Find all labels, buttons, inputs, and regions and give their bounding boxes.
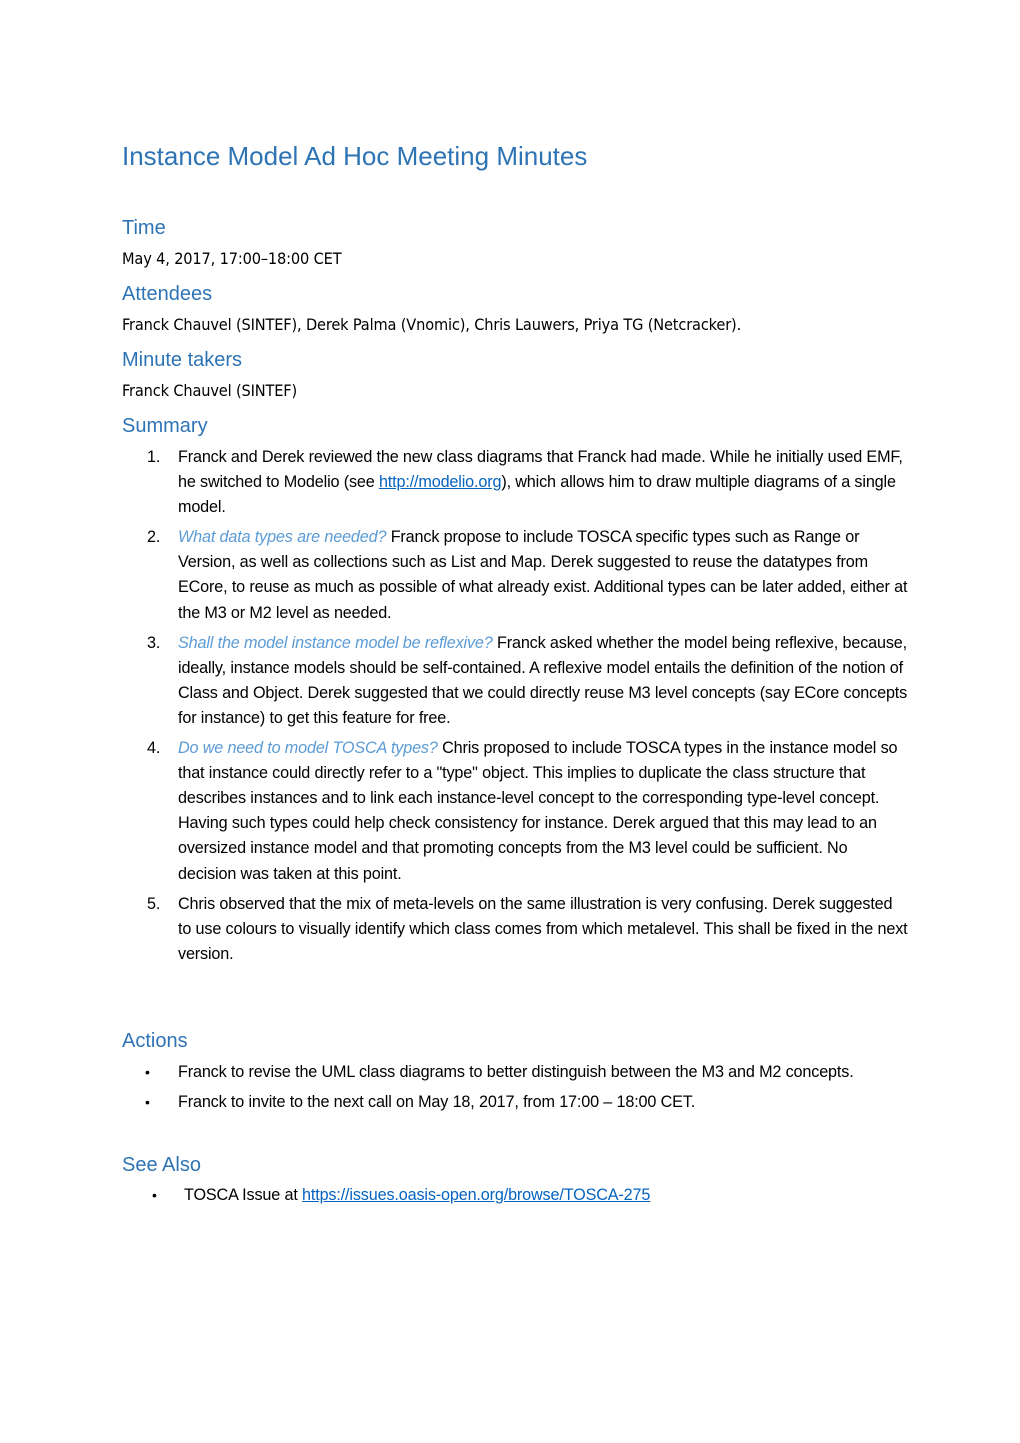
item-number: 1.	[147, 448, 161, 466]
minute-takers-text: Franck Chauvel (SINTEF)	[122, 381, 298, 400]
action-item: • Franck to invite to the next call on M…	[122, 1090, 908, 1115]
bullet-icon: •	[152, 1187, 157, 1203]
action-text: Franck to invite to the next call on May…	[178, 1093, 696, 1112]
summary-item: 5. Chris observed that the mix of meta-l…	[122, 892, 908, 967]
summary-item: 1. Franck and Derek reviewed the new cla…	[122, 445, 908, 520]
time-text: May 4, 2017, 17:00–18:00 CET	[122, 249, 342, 268]
action-text: Franck to revise the UML class diagrams …	[178, 1063, 854, 1081]
see-also-heading: See Also	[122, 1154, 201, 1176]
item-question: Do we need to model TOSCA types?	[178, 739, 438, 758]
minute-takers-heading: Minute takers	[122, 349, 243, 371]
see-also-text: TOSCA Issue at	[184, 1186, 303, 1204]
item-number: 2.	[147, 528, 161, 547]
see-also-list: • TOSCA Issue at https://issues.oasis-op…	[122, 1183, 912, 1208]
attendees-text: Franck Chauvel (SINTEF), Derek Palma (Vn…	[122, 315, 742, 334]
item-number: 4.	[147, 739, 161, 758]
item-question: Shall the model instance model be reflex…	[178, 633, 493, 652]
summary-item: 3. Shall the model instance model be ref…	[122, 631, 908, 731]
see-also-item: • TOSCA Issue at https://issues.oasis-op…	[122, 1183, 914, 1208]
action-item: • Franck to revise the UML class diagram…	[122, 1060, 908, 1085]
actions-heading: Actions	[122, 1030, 188, 1052]
bullet-icon: •	[145, 1064, 150, 1080]
item-text: Chris proposed to include TOSCA types in…	[178, 739, 898, 883]
time-heading: Time	[122, 217, 166, 239]
summary-heading: Summary	[122, 415, 208, 437]
actions-list: • Franck to revise the UML class diagram…	[122, 1060, 912, 1115]
item-question: What data types are needed?	[178, 528, 387, 547]
summary-item: 2. What data types are needed? Franck pr…	[122, 525, 908, 625]
item-number: 5.	[147, 894, 161, 913]
bullet-icon: •	[145, 1094, 150, 1111]
summary-list: 1. Franck and Derek reviewed the new cla…	[122, 445, 912, 967]
summary-item: 4. Do we need to model TOSCA types? Chri…	[122, 736, 908, 887]
item-text: Chris observed that the mix of meta-leve…	[178, 894, 908, 963]
tosca-issue-link[interactable]: https://issues.oasis-open.org/browse/TOS…	[302, 1186, 650, 1204]
attendees-heading: Attendees	[122, 283, 213, 305]
item-number: 3.	[147, 633, 161, 652]
document-title: Instance Model Ad Hoc Meeting Minutes	[122, 141, 588, 171]
modelio-link[interactable]: http://modelio.org	[379, 473, 502, 491]
